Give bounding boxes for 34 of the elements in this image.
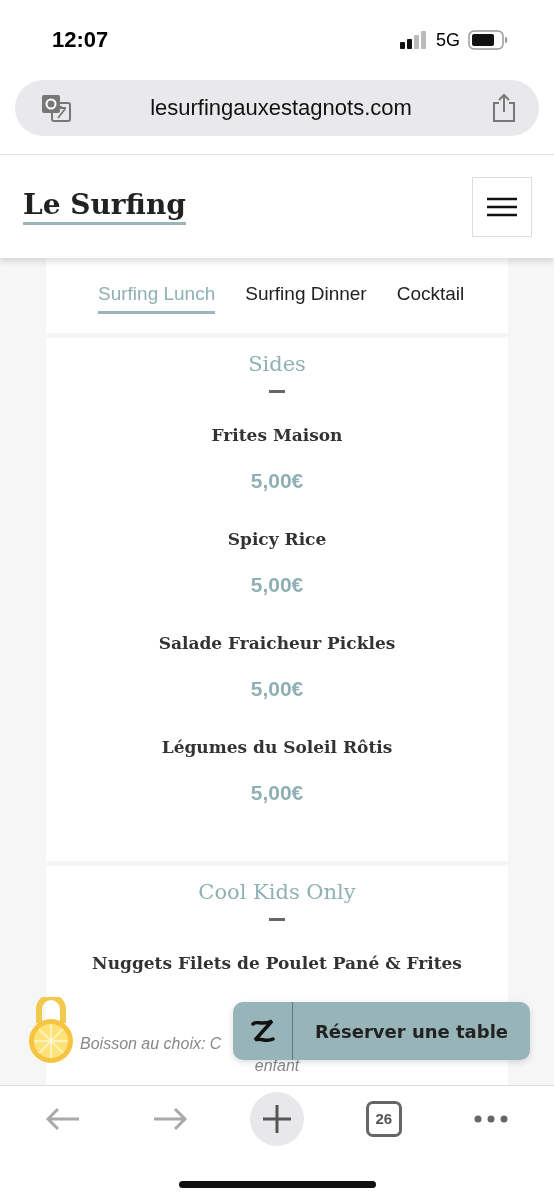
forward-arrow-icon xyxy=(152,1106,189,1131)
menu-button[interactable] xyxy=(472,176,532,237)
section-title: Sides xyxy=(248,352,306,376)
address-bar[interactable]: lesurfingauxestagnots.com xyxy=(15,80,539,136)
reserve-table-button[interactable]: Réserver une table xyxy=(233,1002,530,1060)
url-text[interactable]: lesurfingauxestagnots.com xyxy=(83,95,479,121)
dish-price: 5,00€ xyxy=(250,573,304,597)
section-title: Cool Kids Only xyxy=(198,880,356,904)
tabs-button[interactable]: 26 xyxy=(356,1091,411,1146)
dish-price: 5,00€ xyxy=(250,469,304,493)
back-arrow-icon xyxy=(45,1106,82,1131)
translate-icon[interactable] xyxy=(41,94,71,122)
dish-name: Légumes du Soleil Rôtis xyxy=(161,737,393,757)
tab-count: 26 xyxy=(365,1100,402,1137)
menu-tab[interactable]: Cocktail xyxy=(396,277,465,314)
dish-price: 5,00€ xyxy=(250,781,304,805)
network-label: 5G xyxy=(436,29,460,51)
plus-icon xyxy=(263,1104,291,1133)
share-icon[interactable] xyxy=(491,93,517,123)
signal-icon xyxy=(400,31,428,49)
dish-name: Salade Fraicheur Pickles xyxy=(158,633,396,653)
dish-name: Nuggets Filets de Poulet Pané & Frites xyxy=(92,953,462,973)
dish-description: enfant xyxy=(254,1057,300,1075)
more-icon xyxy=(473,1114,508,1123)
dish-name: Frites Maison xyxy=(211,425,343,445)
dish-price: 5,00€ xyxy=(250,677,304,701)
status-time: 12:07 xyxy=(52,27,109,53)
dish-name: Spicy Rice xyxy=(227,529,327,549)
site-logo[interactable]: Le Surfing xyxy=(23,188,186,225)
menu-icon xyxy=(487,196,517,217)
dish-description: Boisson au choix: C xyxy=(80,1035,222,1053)
z-logo-icon xyxy=(249,1018,276,1044)
battery-icon xyxy=(468,30,508,50)
menu-tab[interactable]: Surfing Dinner xyxy=(245,277,367,314)
